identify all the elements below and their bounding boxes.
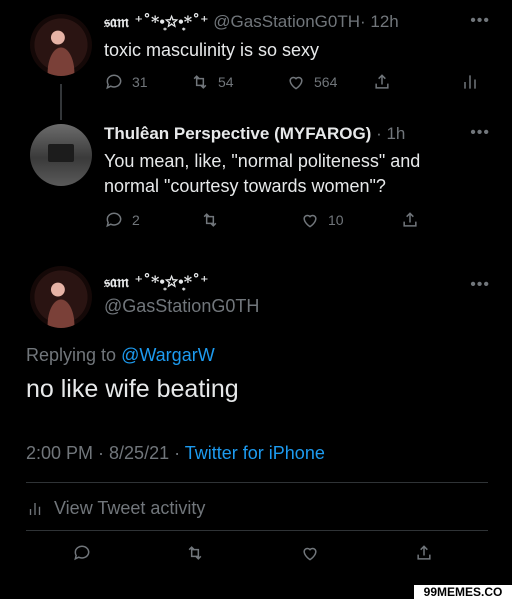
reply-button[interactable]: 31 xyxy=(104,72,148,92)
tweet-text-line: You mean, like, "normal politeness" and xyxy=(104,151,421,171)
retweet-icon xyxy=(203,213,217,227)
replying-to: Replying to @WargarW xyxy=(26,345,215,366)
avatar[interactable] xyxy=(30,266,92,328)
handle[interactable]: @GasStationG0TH xyxy=(104,296,259,317)
retweet-button[interactable] xyxy=(185,543,205,563)
view-activity-button[interactable]: View Tweet activity xyxy=(26,498,205,519)
share-icon xyxy=(417,545,431,560)
timestamp[interactable]: · 12h xyxy=(360,12,399,31)
share-button[interactable] xyxy=(400,210,420,230)
source-link[interactable]: Twitter for iPhone xyxy=(185,443,325,463)
reply-count: 31 xyxy=(132,74,148,90)
tweet-header: 𝔰𝔞𝔪 ⁺˚*•̩̩͙✩•̩̩͙*˚⁺ @GasStationG0TH· 12h xyxy=(104,12,399,32)
timestamp[interactable]: · 1h xyxy=(376,124,405,143)
display-name[interactable]: Thulêan Perspective (MYFAROG) xyxy=(104,124,371,143)
share-button[interactable] xyxy=(414,543,434,563)
replying-to-link[interactable]: @WargarW xyxy=(121,345,215,365)
like-icon xyxy=(303,547,317,561)
retweet-button[interactable]: 54 xyxy=(190,72,234,92)
reply-count: 2 xyxy=(132,212,140,228)
retweet-icon xyxy=(188,546,202,560)
analytics-icon xyxy=(29,502,41,515)
more-options-icon[interactable]: ••• xyxy=(470,276,490,294)
display-name[interactable]: 𝔰𝔞𝔪 ⁺˚*•̩̩͙✩•̩̩͙*˚⁺ xyxy=(104,12,209,31)
share-icon xyxy=(375,74,389,89)
display-name[interactable]: 𝔰𝔞𝔪 ⁺˚*•̩̩͙✩•̩̩͙*˚⁺ xyxy=(104,272,259,292)
share-button[interactable] xyxy=(372,72,392,92)
tweet-text-line: normal "courtesy towards women"? xyxy=(104,176,386,196)
action-bar: 31 54 564 xyxy=(0,72,512,96)
reply-icon xyxy=(106,212,122,228)
retweet-button[interactable] xyxy=(200,210,228,230)
like-icon xyxy=(303,214,317,228)
tweet-text: You mean, like, "normal politeness" and … xyxy=(104,149,420,199)
avatar[interactable] xyxy=(30,14,92,76)
analytics-button[interactable] xyxy=(460,72,480,92)
more-options-icon[interactable]: ••• xyxy=(470,124,490,142)
action-bar xyxy=(0,543,512,569)
action-bar: 2 10 xyxy=(0,210,512,234)
view-activity-label: View Tweet activity xyxy=(54,498,206,518)
reply-button[interactable]: 2 xyxy=(104,210,140,230)
share-icon xyxy=(403,212,417,227)
reply-icon xyxy=(106,74,122,90)
more-options-icon[interactable]: ••• xyxy=(470,12,490,30)
reply-icon xyxy=(74,545,90,561)
tweet-text: no like wife beating xyxy=(26,375,239,403)
analytics-icon xyxy=(464,75,476,89)
avatar[interactable] xyxy=(30,124,92,186)
like-button[interactable] xyxy=(300,543,320,563)
like-count: 10 xyxy=(328,212,344,228)
handle[interactable]: @GasStationG0TH xyxy=(213,12,360,31)
tweet-header: Thulêan Perspective (MYFAROG) · 1h xyxy=(104,124,405,144)
tweet-header: 𝔰𝔞𝔪 ⁺˚*•̩̩͙✩•̩̩͙*˚⁺ @GasStationG0TH xyxy=(104,272,259,317)
reply-button[interactable] xyxy=(72,543,92,563)
divider xyxy=(26,482,488,483)
like-icon xyxy=(289,76,303,90)
like-count: 564 xyxy=(314,74,338,90)
tweet-text: toxic masculinity is so sexy xyxy=(104,40,320,60)
retweet-count: 54 xyxy=(218,74,234,90)
retweet-icon xyxy=(193,75,207,89)
tweet-timestamp: 2:00 PM · 8/25/21 · Twitter for iPhone xyxy=(26,443,325,464)
like-button[interactable]: 564 xyxy=(286,72,337,92)
replying-prefix: Replying to xyxy=(26,345,117,365)
divider xyxy=(26,530,488,531)
timestamp-text[interactable]: 2:00 PM · 8/25/21 · xyxy=(26,443,180,463)
like-button[interactable]: 10 xyxy=(300,210,344,230)
watermark: 99MEMES.CO xyxy=(414,585,512,599)
